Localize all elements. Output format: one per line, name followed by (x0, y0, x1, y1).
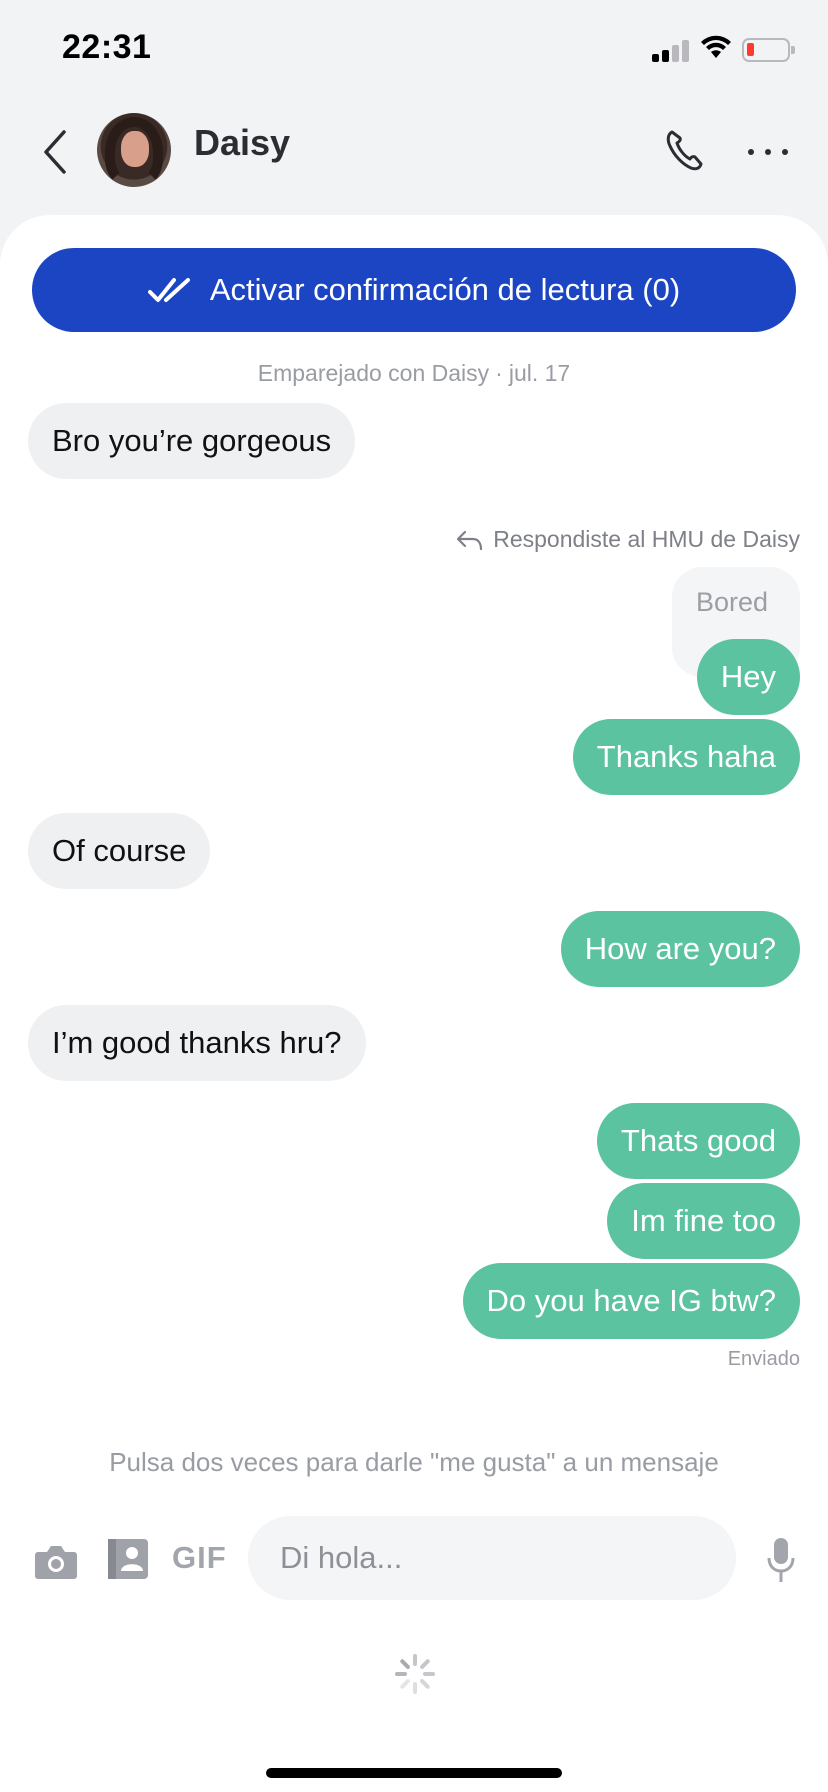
message-incoming[interactable]: Of course (28, 813, 211, 889)
message-outgoing[interactable]: Im fine too (607, 1183, 800, 1259)
back-chevron-icon[interactable] (36, 124, 76, 180)
match-info: Emparejado con Daisy · jul. 17 (0, 360, 828, 387)
avatar[interactable] (97, 113, 171, 187)
camera-icon[interactable] (34, 1542, 78, 1580)
message-input[interactable] (248, 1516, 736, 1600)
loading-spinner-icon (395, 1654, 435, 1694)
message-incoming[interactable]: Bro you’re gorgeous (28, 403, 356, 479)
status-bar: 22:31 (0, 0, 828, 100)
battery-icon (742, 38, 795, 62)
wifi-icon (701, 35, 731, 58)
contact-card-icon[interactable] (107, 1538, 149, 1580)
message-outgoing[interactable]: How are you? (560, 911, 800, 987)
more-dots-icon[interactable] (746, 146, 790, 158)
match-text: Emparejado con Daisy (257, 360, 490, 386)
message-outgoing[interactable]: Hey (696, 639, 800, 715)
microphone-icon[interactable] (766, 1536, 796, 1584)
match-date: jul. 17 (508, 360, 571, 386)
gif-button[interactable]: GIF (172, 1540, 227, 1576)
reply-note: Respondiste al HMU de Daisy (455, 526, 800, 553)
double-check-icon (147, 278, 190, 302)
sent-status: Enviado (727, 1348, 800, 1370)
reply-note-text: Respondiste al HMU de Daisy (493, 526, 800, 552)
status-time: 22:31 (62, 28, 152, 66)
match-separator: · (495, 360, 503, 386)
home-indicator[interactable] (266, 1768, 562, 1778)
reply-arrow-icon (457, 530, 483, 550)
composer-bar: GIF (0, 1500, 828, 1600)
double-tap-hint: Pulsa dos veces para darle "me gusta" a … (109, 1447, 719, 1477)
chat-header: Daisy (0, 100, 828, 210)
message-incoming[interactable]: I’m good thanks hru? (28, 1005, 366, 1081)
message-outgoing[interactable]: Thats good (596, 1103, 800, 1179)
contact-name[interactable]: Daisy (194, 122, 290, 164)
read-receipt-button[interactable]: Activar confirmación de lectura (0) (32, 248, 796, 332)
read-receipt-label: Activar confirmación de lectura (0) (209, 272, 681, 307)
message-outgoing[interactable]: Thanks haha (572, 719, 800, 795)
message-outgoing[interactable]: Do you have IG btw? (462, 1263, 800, 1339)
cellular-signal-icon (652, 38, 692, 62)
phone-icon[interactable] (664, 126, 704, 174)
